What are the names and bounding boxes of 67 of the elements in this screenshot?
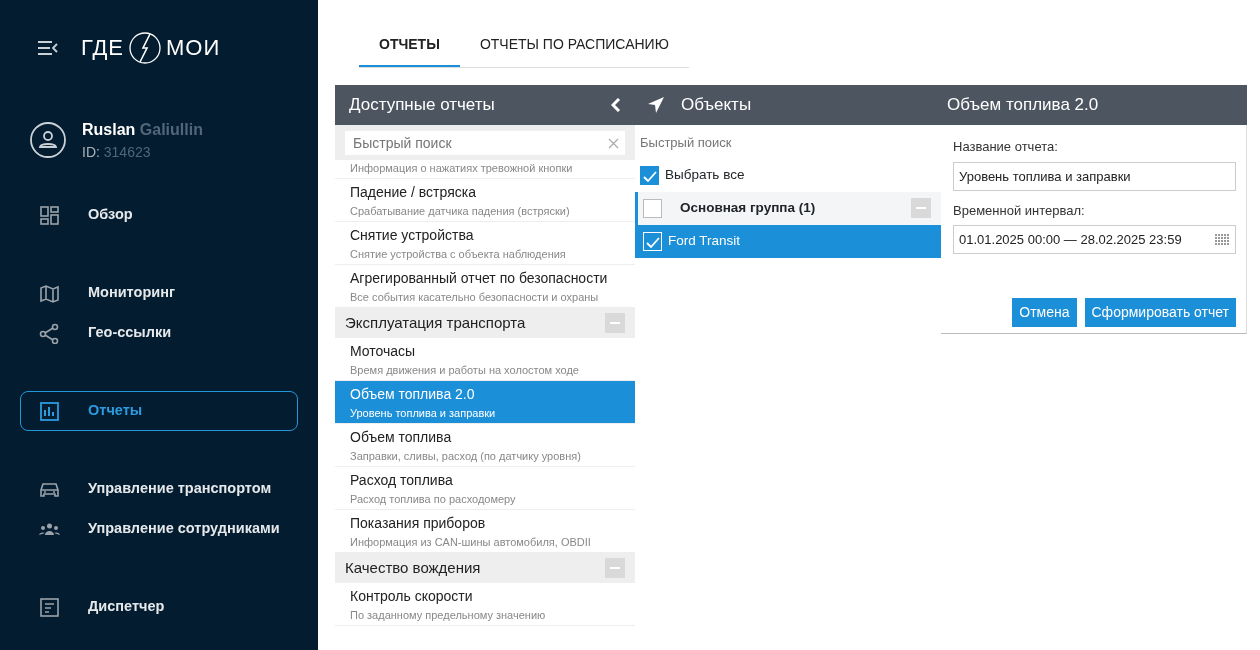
report-item[interactable]: Контроль скорости По заданному предельному значению <box>335 583 635 626</box>
report-title: Контроль скорости <box>350 587 474 606</box>
checkbox[interactable] <box>640 165 659 185</box>
close-icon[interactable] <box>608 137 619 149</box>
report-item[interactable]: Информация о нажатиях тревожной кнопки <box>335 160 635 179</box>
dashboard-icon <box>39 204 60 226</box>
tab[interactable]: ОТЧЕТЫ <box>359 22 460 67</box>
report-title: Показания приборов <box>350 514 487 533</box>
report-item[interactable]: Расход топлива Расход топлива по расходомеру <box>335 467 635 510</box>
report-subtitle: Расход топлива по расходомеру <box>350 492 517 507</box>
checkbox[interactable] <box>643 198 662 218</box>
report-subtitle: Заправки, сливы, расход (по датчику уровня) <box>350 449 582 464</box>
report-subtitle: Все события касательно безопасности и охраны <box>350 290 600 305</box>
menu-icon[interactable] <box>38 40 58 55</box>
group-row[interactable]: Основная группа (1) <box>635 191 941 225</box>
object-row[interactable]: Выбрать все <box>635 158 941 192</box>
date-range-field[interactable]: 01.01.2025 00:00 — 28.02.2025 23:59 <box>953 225 1236 254</box>
field-label: Временной интервал: <box>953 201 1086 220</box>
navigation-arrow-icon <box>647 96 665 114</box>
user-avatar-icon <box>30 122 66 158</box>
report-title: Объем топлива 2.0 <box>350 385 476 404</box>
report-title: Падение / встряска <box>350 183 477 202</box>
report-subtitle: Снятие устройства с объекта наблюдения <box>350 247 567 262</box>
nav-item[interactable]: Диспетчер <box>20 587 298 627</box>
row-label: Выбрать все <box>665 165 746 184</box>
panel-title: Доступные отчеты <box>349 94 495 117</box>
panel-title: Объем топлива 2.0 <box>947 94 1099 117</box>
report-item[interactable]: Объем топлива Заправки, сливы, расход (по датчику уровня) <box>335 424 635 467</box>
category-title: Эксплуатация транспорта <box>345 312 526 333</box>
category-title: Качество вождения <box>345 557 481 578</box>
bar-chart-icon <box>39 400 60 422</box>
report-item[interactable]: Падение / встряска Срабатывание датчика падения (встряски) <box>335 179 635 222</box>
report-subtitle: Информация о нажатиях тревожной кнопки <box>350 161 574 176</box>
report-subtitle: Время движения и работы на холостом ходе <box>350 363 580 378</box>
report-title: Расход топлива <box>350 471 454 490</box>
field-label: Название отчета: <box>953 138 1059 156</box>
report-title: Снятие устройства <box>350 226 475 245</box>
row-label: Ford Transit <box>668 231 742 250</box>
report-subtitle: Информация из CAN-шины автомобиля, OBDII <box>350 535 592 550</box>
report-title: Моточасы <box>350 342 417 361</box>
report-subtitle: Уровень топлива и заправки <box>350 406 497 421</box>
object-row[interactable]: Ford Transit <box>635 224 941 258</box>
nav-item[interactable]: Управление транспортом <box>20 469 298 509</box>
panel-title: Объекты <box>681 94 752 117</box>
map-icon <box>39 282 60 304</box>
report-subtitle: Срабатывание датчика падения (встряски) <box>350 204 571 219</box>
generate-report-button[interactable]: Сформировать отчет <box>1084 298 1236 327</box>
nav-item[interactable]: Мониторинг <box>20 273 298 313</box>
nav-item[interactable]: Управление сотрудниками <box>20 509 298 549</box>
cancel-button[interactable]: Отмена <box>1012 298 1077 327</box>
row-label: Основная группа (1) <box>680 198 817 217</box>
user-id: ID: 314623 <box>82 142 152 162</box>
nav-item[interactable]: Гео-ссылки <box>20 313 298 353</box>
document-icon <box>39 596 60 618</box>
nav-item[interactable]: Отчеты <box>20 391 298 431</box>
report-title: Объем топлива <box>350 428 453 447</box>
calendar-grid-icon[interactable] <box>1215 234 1230 245</box>
report-item[interactable]: Объем топлива 2.0 Уровень топлива и заправки <box>335 381 635 424</box>
tab[interactable]: ОТЧЕТЫ ПО РАСПИСАНИЮ <box>459 22 689 67</box>
nav-item[interactable]: Обзор <box>20 195 298 235</box>
user-name: Ruslan Galiullin <box>82 119 203 140</box>
input-field[interactable]: Уровень топлива и заправки <box>953 161 1236 191</box>
chevron-left-icon[interactable] <box>611 98 621 112</box>
report-title: Агрегированный отчет по безопасности <box>350 269 609 288</box>
logo: ГДЕ МОИ <box>80 29 222 66</box>
report-subtitle: По заданному предельному значению <box>350 608 547 623</box>
share-icon <box>39 322 60 344</box>
